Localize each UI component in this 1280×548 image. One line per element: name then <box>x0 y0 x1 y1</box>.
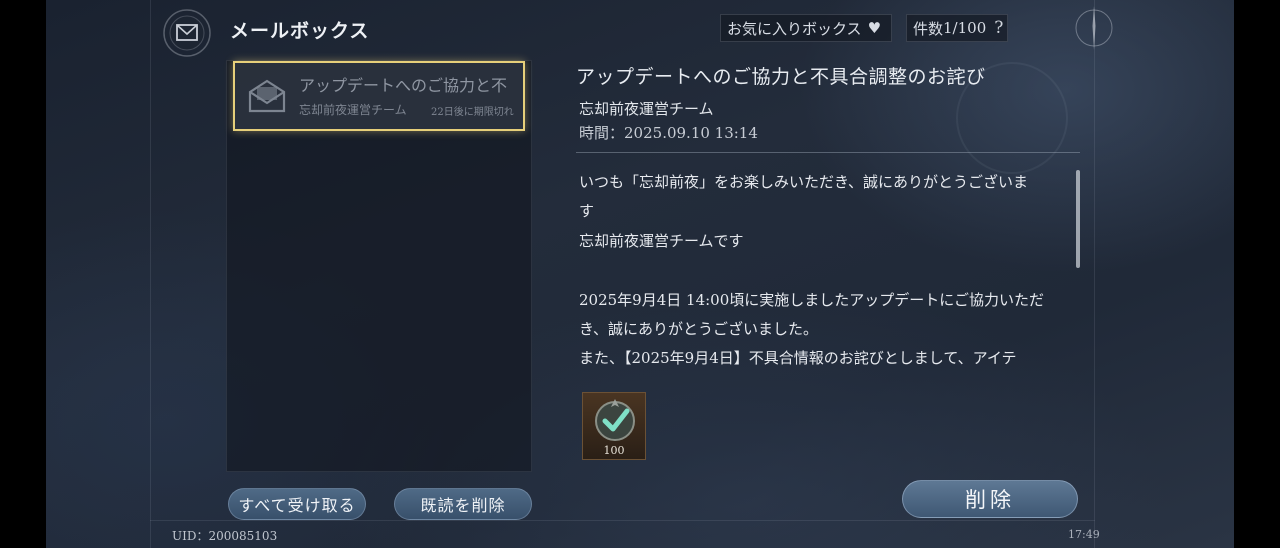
envelope-icon <box>248 79 286 113</box>
user-id: UID：200085103 <box>172 527 277 544</box>
claim-all-button[interactable]: すべて受け取る <box>228 488 366 520</box>
mail-body-scrollbar[interactable] <box>1076 170 1080 268</box>
attachment-item[interactable]: 100 <box>582 392 646 460</box>
clock: 17:49 <box>1068 528 1100 541</box>
delete-read-button[interactable]: 既読を削除 <box>394 488 532 520</box>
check-emblem-icon <box>595 399 635 441</box>
mailbox-screen: メールボックス お気に入りボックス ♥ 件数 1/100 ? アップデートへのご… <box>46 0 1234 548</box>
mail-detail-time: 時間：2025.09.10 13:14 <box>579 122 758 143</box>
favorite-box-button[interactable]: お気に入りボックス ♥ <box>720 14 892 42</box>
frame-line-left <box>150 0 151 548</box>
uid-label: UID： <box>172 529 209 543</box>
mail-body-line: す <box>579 202 595 221</box>
mail-item-expiry: 22日後に期限切れ <box>431 107 514 118</box>
mail-detail-title: アップデートへのご協力と不具合調整のお詫び <box>576 66 986 88</box>
letterbox-left <box>0 0 46 548</box>
mail-emblem-icon <box>163 9 211 57</box>
heart-icon: ♥ <box>867 19 882 37</box>
mail-count-label: 件数 <box>913 19 944 38</box>
delete-button[interactable]: 削除 <box>902 480 1078 518</box>
mail-body-line: また、【2025年9月4日】不具合情報のお詫びとしまして、アイテ <box>579 349 1017 368</box>
help-icon[interactable]: ? <box>994 18 1003 38</box>
mail-count: 件数 1/100 ? <box>906 14 1008 42</box>
mail-item-sender: 忘却前夜運営チーム <box>299 103 407 117</box>
close-compass-icon[interactable] <box>1068 4 1120 52</box>
mail-body-line: ​ <box>579 256 1069 285</box>
frame-line-right <box>1094 0 1095 548</box>
mail-body-line: 2025年9月4日 14:00頃に実施しましたアップデートにご協力いただ <box>579 290 1044 309</box>
mail-item-subject: アップデートへのご協力と不 <box>299 76 508 95</box>
letterbox-right <box>1234 0 1280 548</box>
favorite-box-label: お気に入りボックス <box>727 19 862 38</box>
mail-body-line: き、誠にありがとうございました。 <box>579 320 818 339</box>
mail-list-panel: アップデートへのご協力と不 忘却前夜運営チーム 22日後に期限切れ <box>226 60 532 472</box>
mail-body-line: いつも「忘却前夜」をお楽しみいただき、誠にありがとうございま <box>579 173 1028 191</box>
time-label: 時間： <box>579 124 625 142</box>
uid-value: 200085103 <box>208 529 278 543</box>
mail-count-value: 1/100 <box>943 19 987 37</box>
time-value: 2025.09.10 13:14 <box>624 124 758 142</box>
mail-body-line: 忘却前夜運営チームです <box>579 231 744 250</box>
mail-detail-sender: 忘却前夜運営チーム <box>579 100 714 118</box>
mail-list-item[interactable]: アップデートへのご協力と不 忘却前夜運営チーム 22日後に期限切れ <box>233 61 525 131</box>
attachment-quantity: 100 <box>603 444 625 457</box>
frame-line-bottom <box>150 520 1095 521</box>
page-title: メールボックス <box>230 20 370 42</box>
mail-body[interactable]: いつも「忘却前夜」をお楽しみいただき、誠にありがとうございま す 忘却前夜運営チ… <box>579 168 1069 376</box>
detail-divider <box>576 152 1080 153</box>
